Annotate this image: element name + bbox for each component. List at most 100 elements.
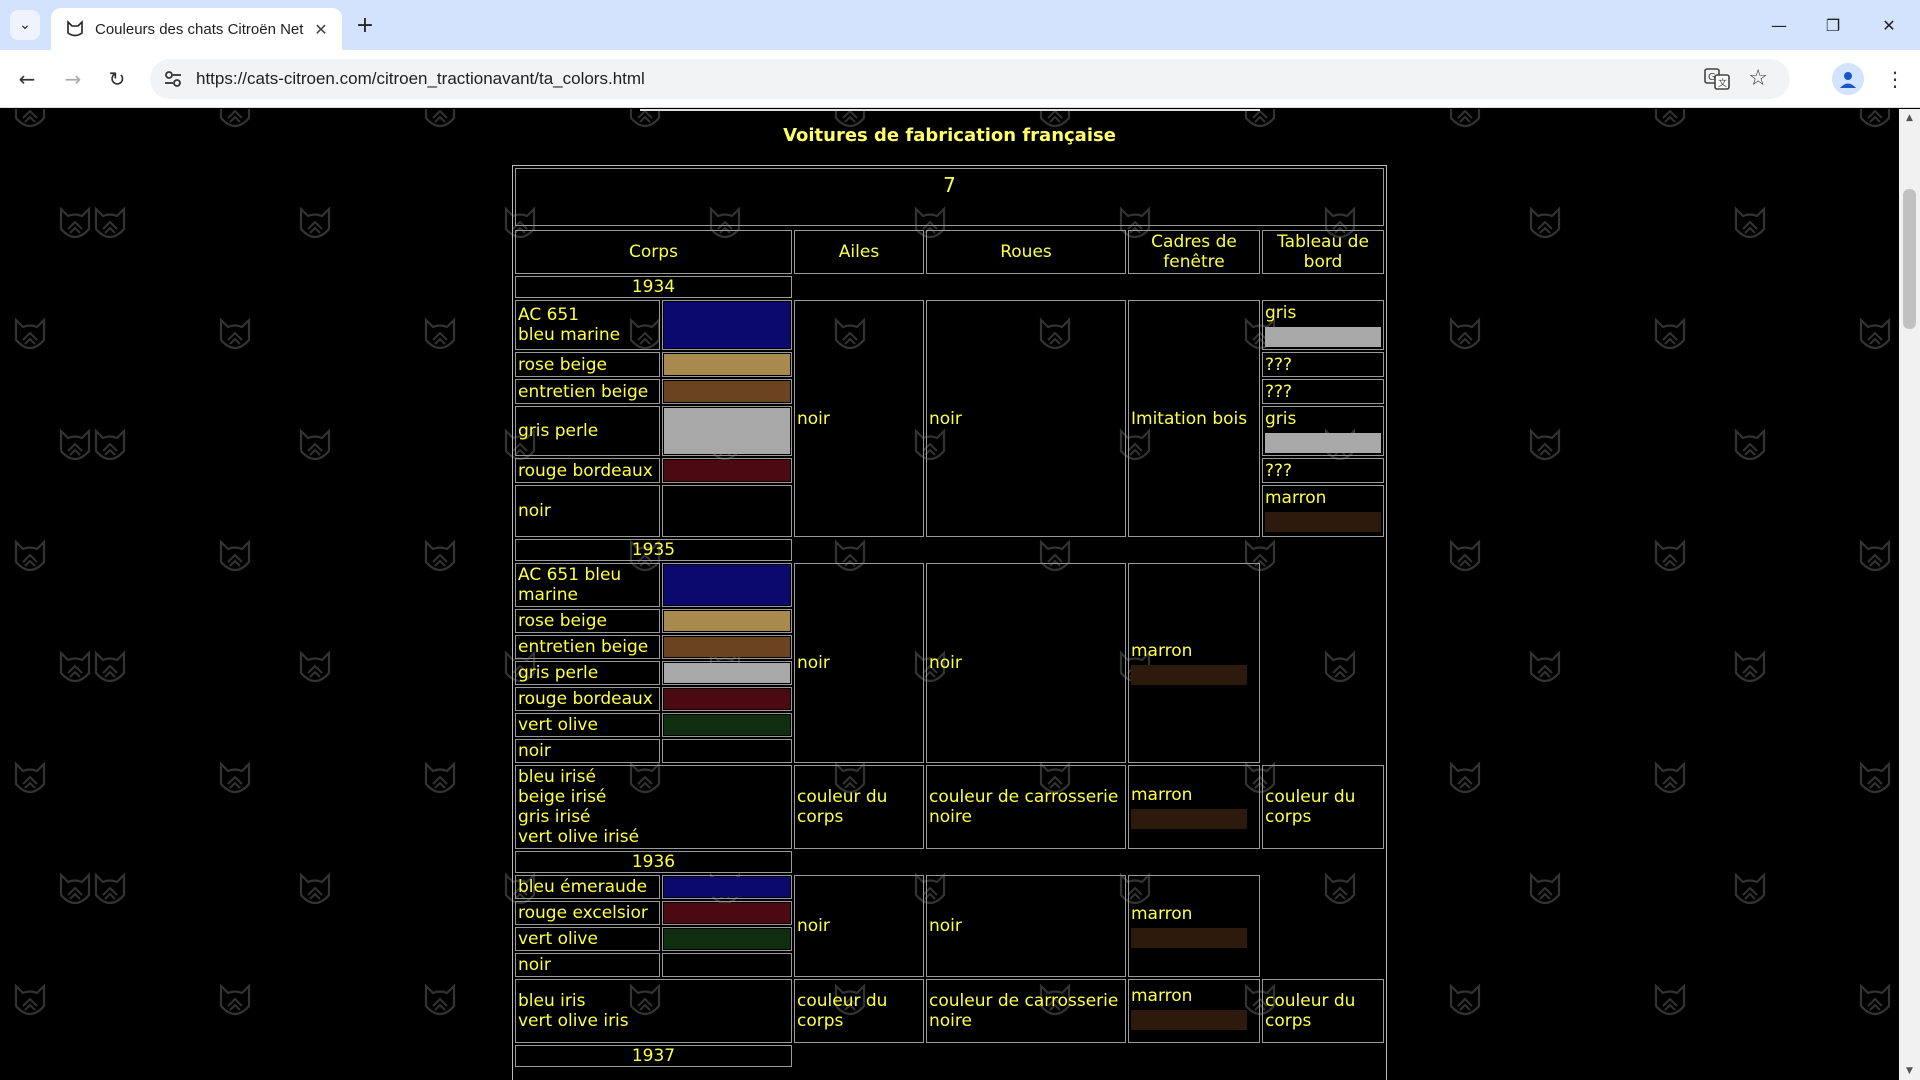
tableau-1934-1: ??? xyxy=(1262,352,1384,377)
color-name-1935-1: rose beige xyxy=(515,609,660,633)
minimize-button[interactable]: — xyxy=(1756,8,1802,42)
cat-watermark-icon xyxy=(94,206,126,239)
color-name-1934-2: entretien beige xyxy=(515,379,660,404)
color-name-1935-3: gris perle xyxy=(515,661,660,685)
color-swatch-1935-3 xyxy=(662,661,792,685)
tableau-1934-3: gris xyxy=(1262,406,1384,456)
cat-watermark-icon xyxy=(424,317,456,350)
reload-button[interactable]: ↻ xyxy=(100,62,134,96)
tableau-1934-2: ??? xyxy=(1262,379,1384,404)
color-name-1934-3: gris perle xyxy=(515,406,660,456)
forward-button[interactable]: → xyxy=(56,62,90,96)
color-name-1934-5: noir xyxy=(515,485,660,537)
irise-names-1935: bleu irisé beige irisé gris irisé vert o… xyxy=(515,765,792,849)
browser-menu-icon[interactable]: ⋮ xyxy=(1880,63,1910,95)
color-name-1936-0: bleu émeraude xyxy=(515,875,660,899)
color-name-1936-1: rouge excelsior xyxy=(515,901,660,925)
cat-watermark-icon xyxy=(219,983,251,1016)
ailes-1935: noir xyxy=(794,563,924,763)
tableau-swatch xyxy=(1265,512,1381,532)
translate-icon[interactable]: G文 xyxy=(1704,67,1730,91)
restore-button[interactable]: ❐ xyxy=(1810,8,1856,42)
ailes-1936: noir xyxy=(794,875,924,977)
cat-watermark-icon xyxy=(1654,761,1686,794)
cadres-label: marron xyxy=(1131,641,1193,661)
color-name-1935-0: AC 651 bleu marine xyxy=(515,563,660,607)
roues-1935-irise: couleur de carrosserie noire xyxy=(926,765,1126,849)
irise-name: vert olive irisé xyxy=(518,827,640,847)
cadres-swatch xyxy=(1131,1010,1247,1030)
cat-watermark-icon xyxy=(1859,539,1891,572)
close-tab-icon[interactable]: ✕ xyxy=(310,20,332,39)
iris-name: vert olive iris xyxy=(518,1011,629,1031)
irise-name: gris irisé xyxy=(518,807,591,827)
cadres-swatch xyxy=(1131,809,1247,829)
year-1934: 1934 xyxy=(515,276,792,298)
cat-watermark-icon xyxy=(1529,206,1561,239)
cat-watermark-icon xyxy=(1859,761,1891,794)
url-text[interactable]: https://cats-citroen.com/citroen_tractio… xyxy=(196,69,645,89)
color-swatch-1935-2 xyxy=(662,635,792,659)
tableau-label: marron xyxy=(1265,488,1327,508)
header-ailes: Ailes xyxy=(794,230,924,274)
cat-watermark-icon xyxy=(299,206,331,239)
cat-watermark-icon xyxy=(14,983,46,1016)
tab-title: Couleurs des chats Citroën Net xyxy=(95,20,304,38)
arrow-right-icon: → xyxy=(64,67,82,91)
color-name-1935-4: rouge bordeaux xyxy=(515,687,660,711)
close-window-button[interactable]: ✕ xyxy=(1866,8,1912,42)
cat-watermark-icon xyxy=(1529,428,1561,461)
color-name-1935-6: noir xyxy=(515,739,660,763)
roues-1936: noir xyxy=(926,875,1126,977)
header-roues: Roues xyxy=(926,230,1126,274)
address-bar[interactable]: https://cats-citroen.com/citroen_tractio… xyxy=(150,59,1790,99)
cat-watermark-icon xyxy=(14,539,46,572)
svg-text:文: 文 xyxy=(1718,77,1727,89)
tableau-1934-5: marron xyxy=(1262,485,1384,537)
cat-watermark-icon xyxy=(1654,317,1686,350)
browser-tab[interactable]: Couleurs des chats Citroën Net ✕ xyxy=(51,8,342,50)
color-swatch-1936-2 xyxy=(662,927,792,951)
cadres-label: marron xyxy=(1131,785,1193,805)
back-button[interactable]: ← xyxy=(10,62,44,96)
scrollbar[interactable]: ▲ ▼ xyxy=(1899,109,1920,1080)
color-swatch-1935-0 xyxy=(662,563,792,607)
profile-avatar[interactable] xyxy=(1832,63,1864,95)
color-swatch-1935-6 xyxy=(662,739,792,763)
cat-watermark-icon xyxy=(219,317,251,350)
color-name-1934-4: rouge bordeaux xyxy=(515,458,660,483)
color-swatch-1934-2 xyxy=(662,379,792,404)
tableau-label: gris xyxy=(1265,409,1297,429)
site-settings-icon[interactable] xyxy=(162,68,184,90)
cat-watermark-icon xyxy=(1529,872,1561,905)
arrow-left-icon: ← xyxy=(18,67,36,91)
cat-watermark-icon xyxy=(94,428,126,461)
cat-watermark-icon xyxy=(424,983,456,1016)
iris-names-1936: bleu iris vert olive iris xyxy=(515,979,792,1043)
new-tab-button[interactable]: + xyxy=(350,10,380,40)
divider xyxy=(640,109,1260,111)
color-swatch-1936-0 xyxy=(662,875,792,899)
color-table: 7 Corps Ailes Roues Cadres de fenêtre Ta… xyxy=(512,165,1387,1080)
roues-1935: noir xyxy=(926,563,1126,763)
scroll-thumb[interactable] xyxy=(1903,189,1916,329)
cadres-label: marron xyxy=(1131,904,1193,924)
cat-watermark-icon xyxy=(1734,872,1766,905)
tab-strip: ⌄ Couleurs des chats Citroën Net ✕ + — ❐… xyxy=(0,0,1920,50)
tableau-1936-iris: couleur du corps xyxy=(1262,979,1384,1043)
cat-watermark-icon xyxy=(424,539,456,572)
cat-watermark-icon xyxy=(1734,206,1766,239)
cat-watermark-icon xyxy=(1654,539,1686,572)
cat-watermark-icon xyxy=(299,650,331,683)
cadres-1935: marron xyxy=(1128,563,1260,763)
tableau-swatch xyxy=(1265,327,1381,347)
bookmark-star-icon[interactable]: ☆ xyxy=(1748,66,1768,91)
tab-search-button[interactable]: ⌄ xyxy=(10,10,40,40)
cat-watermark-icon xyxy=(94,650,126,683)
header-corps: Corps xyxy=(515,230,792,274)
cadres-1935-irise: marron xyxy=(1128,765,1260,849)
scroll-down-icon[interactable]: ▼ xyxy=(1903,1066,1916,1076)
scroll-up-icon[interactable]: ▲ xyxy=(1903,113,1916,123)
table-number-cell: 7 xyxy=(515,168,1384,226)
person-icon xyxy=(1840,72,1856,88)
